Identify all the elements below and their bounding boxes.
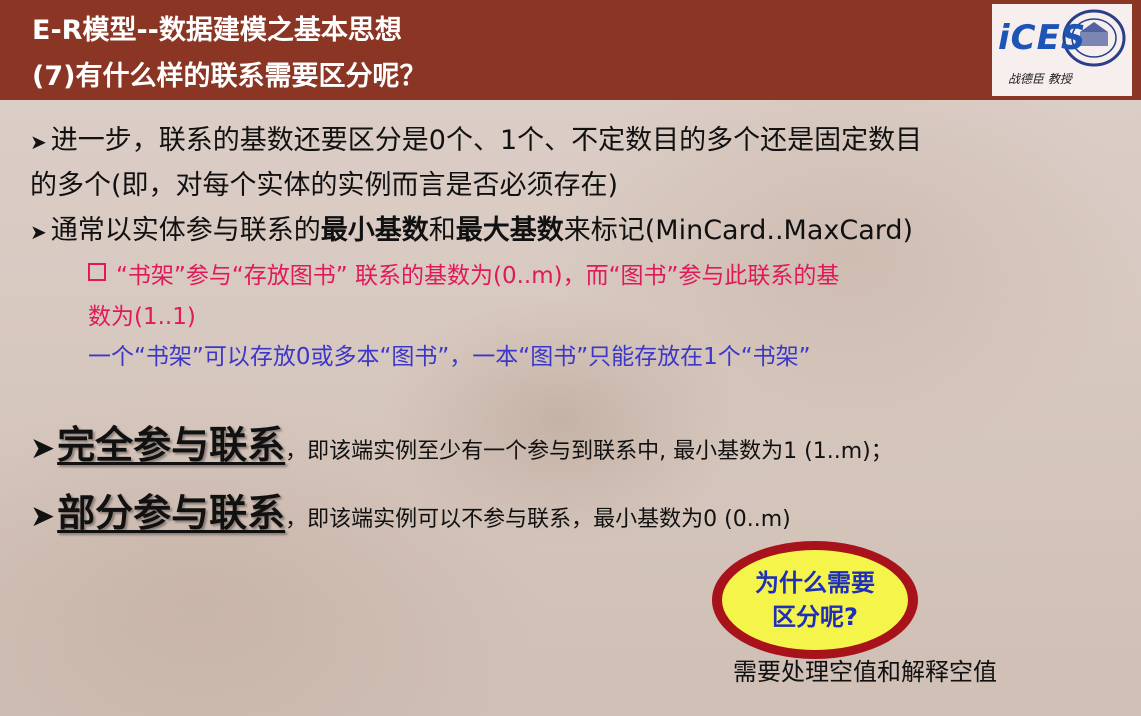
total-participation-desc: ，即该端实例至少有一个参与到联系中, 最小基数为1 (1..m)； — [285, 439, 893, 464]
total-participation: ➤完全参与联系，即该端实例至少有一个参与到联系中, 最小基数为1 (1..m)； — [30, 414, 893, 469]
max-cardinality-term: 最大基数 — [455, 215, 564, 246]
slide-subtitle: (7)有什么样的联系需要区分呢？ — [32, 61, 427, 92]
bullet-1-text-line1: 进一步，联系的基数还要区分是0个、1个、不定数目的多个还是固定数目 — [50, 125, 923, 156]
bullet-arrow-icon: ➤ — [30, 220, 47, 244]
bullet-1-continued: 的多个(即，对每个实体的实例而言是否必须存在) — [30, 163, 618, 202]
callout-question-line2: 区分呢? — [772, 603, 858, 631]
logo-caption: 战德臣 教授 — [1008, 72, 1072, 86]
example-text-2: 数为(1..1) — [88, 304, 196, 330]
slide-title: E-R模型--数据建模之基本思想 — [32, 15, 402, 46]
example-line-1: “书架”参与“存放图书” 联系的基数为(0..m)，而“图书”参与此联系的基 — [88, 256, 839, 290]
bullet-arrow-icon: ➤ — [30, 130, 47, 154]
bullet-2-text-c: 来标记(MinCard..MaxCard) — [563, 215, 914, 246]
bullet-1: ➤ 进一步，联系的基数还要区分是0个、1个、不定数目的多个还是固定数目 — [30, 118, 922, 157]
example-text-1: “书架”参与“存放图书” 联系的基数为(0..m)，而“图书”参与此联系的基 — [116, 263, 840, 289]
bullet-2-text-a: 通常以实体参与联系的 — [50, 215, 321, 246]
example-text-3: 一个“书架”可以存放0或多本“图书”，一本“图书”只能存放在1个“书架” — [88, 344, 811, 370]
bullet-arrow-icon: ➤ — [30, 431, 56, 466]
bullet-2: ➤ 通常以实体参与联系的最小基数和最大基数来标记(MinCard..MaxCard… — [30, 208, 913, 247]
checkbox-bullet-icon — [88, 263, 106, 281]
example-line-3: 一个“书架”可以存放0或多本“图书”，一本“图书”只能存放在1个“书架” — [88, 337, 811, 371]
partial-participation-title: 部分参与联系 — [57, 491, 286, 535]
logo-text: iCES — [998, 18, 1087, 58]
slide-header: E-R模型--数据建模之基本思想 (7)有什么样的联系需要区分呢？ iCES 战… — [0, 0, 1141, 100]
bullet-2-text-b: 和 — [428, 215, 456, 246]
min-cardinality-term: 最小基数 — [320, 215, 429, 246]
callout-question-line1: 为什么需要 — [755, 569, 875, 597]
total-participation-title: 完全参与联系 — [57, 423, 286, 467]
bullet-arrow-icon: ➤ — [30, 499, 56, 534]
partial-participation-desc: ，即该端实例可以不参与联系，最小基数为0 (0..m) — [285, 507, 791, 532]
ices-logo: iCES 战德臣 教授 — [992, 4, 1132, 96]
callout-question: 为什么需要 区分呢? — [722, 566, 908, 634]
partial-participation: ➤部分参与联系，即该端实例可以不参与联系，最小基数为0 (0..m) — [30, 482, 791, 537]
example-line-2: 数为(1..1) — [88, 297, 196, 331]
bullet-1-text-line2: 的多个(即，对每个实体的实例而言是否必须存在) — [30, 170, 619, 201]
callout-answer: 需要处理空值和解释空值 — [733, 658, 997, 686]
